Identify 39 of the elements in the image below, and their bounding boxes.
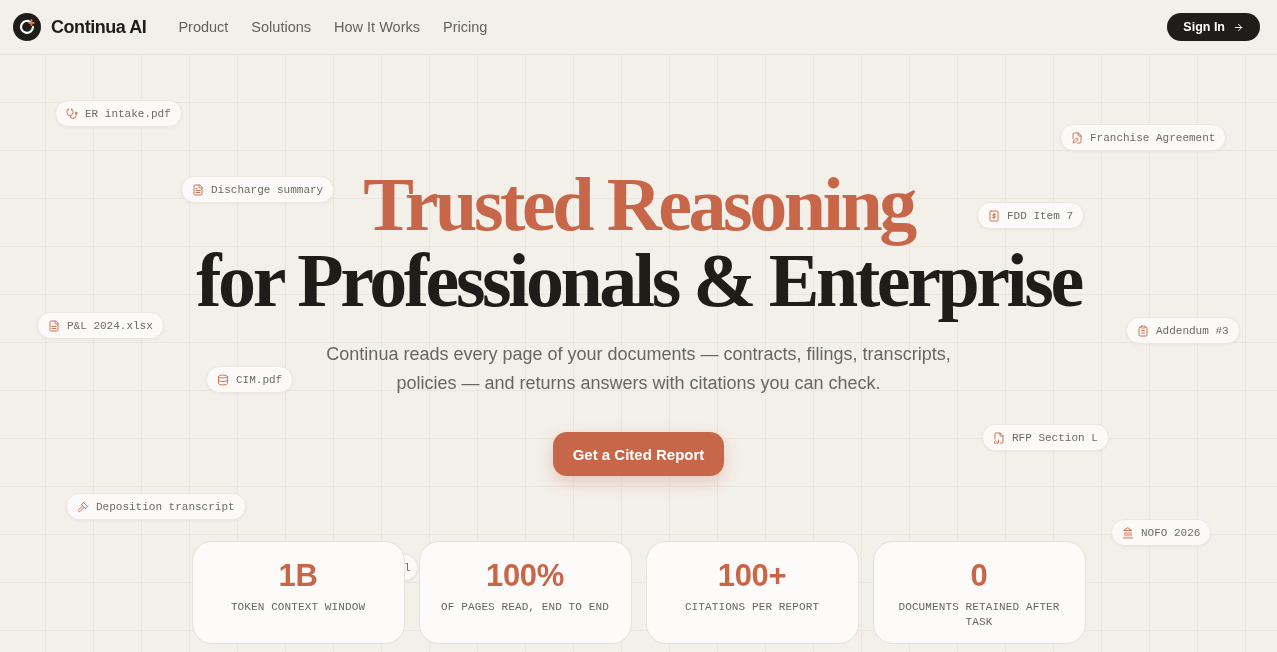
dollar-document-icon [988, 209, 1000, 222]
document-name: Discharge summary [211, 183, 324, 196]
document-name: P&L 2024.xlsx [67, 319, 153, 332]
stat-value: 1B [278, 558, 318, 594]
stat-label: TOKEN CONTEXT WINDOW [230, 600, 366, 615]
document-name: FDD Item 7 [1007, 209, 1073, 222]
get-report-button[interactable]: Get a Cited Report [552, 432, 725, 476]
document-name: RFP Section L [1012, 431, 1098, 444]
stat-value: 100+ [717, 558, 787, 594]
stethoscope-icon [66, 107, 78, 120]
stat-label: CITATIONS PER REPORT [684, 600, 820, 615]
stat-label: OF PAGES READ, END TO END [441, 600, 609, 615]
gavel-icon [77, 500, 89, 513]
document-name: Franchise Agreement [1090, 131, 1216, 144]
logo-icon [13, 13, 41, 41]
document-name: Deposition transcript [96, 500, 235, 513]
arrow-right-icon [1233, 21, 1244, 33]
document-name: NOFO 2026 [1141, 526, 1201, 539]
document-icon [48, 319, 60, 332]
document-name: CIM.pdf [236, 373, 283, 386]
nav-link[interactable]: Product [178, 19, 229, 35]
clipboard-icon [1137, 324, 1149, 337]
document-name: Addendum #3 [1156, 324, 1229, 337]
stat-label: DOCUMENTS RETAINED AFTER TASK [897, 600, 1061, 630]
nav-link[interactable]: Solutions [251, 19, 311, 35]
nav-link[interactable]: Pricing [442, 19, 488, 35]
bank-icon [1122, 526, 1134, 539]
document-icon [192, 183, 204, 196]
nav-link[interactable]: How It Works [334, 19, 420, 35]
document-pen-icon [1071, 131, 1083, 144]
hero-subtitle: Continua reads every page of your documents — contracts, filings, transcripts, policies — and returns answers with citations you can check. [325, 343, 952, 395]
document-name: ER intake.pdf [85, 107, 171, 120]
sign-in-button[interactable]: Sign In [1167, 13, 1260, 41]
brand-name[interactable]: Continua AI [51, 16, 147, 38]
document-name: l [404, 561, 411, 574]
database-icon [217, 373, 229, 386]
document-icon [993, 431, 1005, 444]
stat-value: 100% [485, 558, 564, 594]
stat-value: 0 [970, 558, 988, 594]
